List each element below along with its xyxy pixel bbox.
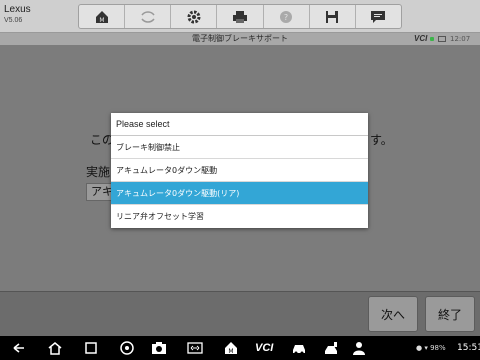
app-name: Lexus [4,4,31,15]
vehicle-button[interactable] [290,340,308,356]
end-button[interactable]: 終了 [425,296,475,332]
diag-user-button[interactable] [350,340,368,356]
recent-apps-button[interactable] [82,340,100,356]
chat-icon [371,10,386,23]
top-toolbar: Lexus V5.06 M ? [0,0,480,33]
user-icon [353,342,365,355]
repair-icon [325,342,337,354]
print-button[interactable] [217,5,264,28]
system-status-icons: ● ▾ 98% [416,344,446,352]
vehicle-swap-icon [141,10,155,23]
help-icon: ? [280,10,293,23]
dialog-title: Please select [111,113,368,136]
system-nav-bar: M VCI ● ▾ 98% 15:51 [0,336,480,360]
back-button[interactable] [10,340,28,356]
tool-strip: M ? [78,4,402,29]
option-accumulator-zero-down[interactable]: アキュムレータ0ダウン駆動 [111,159,368,182]
selection-label: 実施 [86,165,111,179]
diag-home-icon: M [225,342,237,355]
option-linear-valve-offset-learning[interactable]: リニア弁オフセット学習 [111,205,368,228]
home-icon: M [95,10,108,24]
message-button[interactable] [356,5,401,28]
help-button[interactable]: ? [264,5,310,28]
system-clock: 15:51 [457,343,480,353]
split-screen-icon [187,342,203,354]
brand: Lexus V5.06 [4,4,31,25]
header-time: 12:07 [450,35,471,43]
next-button[interactable]: 次へ [368,296,418,332]
select-dialog: Please select ブレーキ制御禁止 アキュムレータ0ダウン駆動 アキュ… [111,113,368,228]
android-home-button[interactable] [46,340,64,356]
home-button[interactable]: M [79,5,126,28]
diag-home-button[interactable]: M [222,340,240,356]
option-brake-control-prohibit[interactable]: ブレーキ制御禁止 [111,136,368,159]
svg-text:M: M [99,17,104,24]
house-icon [48,342,62,355]
sub-header: 電子制御ブレーキサポート VCI 12:07 [0,33,480,45]
screenshot-button[interactable] [150,340,168,356]
browser-button[interactable] [118,340,136,356]
svg-text:?: ? [284,13,288,22]
vci-status-label: VCI [414,34,428,43]
vehicle-swap-button[interactable] [125,5,172,28]
instruction-text-end: す。 [370,133,393,147]
app-version: V5.06 [4,17,23,24]
save-button[interactable] [310,5,356,28]
split-screen-button[interactable] [186,340,204,356]
back-icon [13,343,24,353]
save-icon [326,10,339,23]
nav-vci-label[interactable]: VCI [255,340,273,356]
camera-icon [152,342,166,354]
printer-icon [232,10,247,23]
vci-connected-indicator [430,37,434,41]
svg-text:M: M [228,348,233,355]
gear-icon [187,10,201,23]
settings-button[interactable] [171,5,218,28]
browser-icon [120,341,134,355]
battery-icon [438,36,446,42]
action-bar: 次へ 終了 [0,291,480,336]
option-accumulator-zero-down-rear[interactable]: アキュムレータ0ダウン駆動(リア) [111,182,368,205]
car-icon [293,345,305,355]
recent-apps-icon [85,342,97,354]
page-title: 電子制御ブレーキサポート [192,34,288,43]
repair-button[interactable] [322,340,340,356]
